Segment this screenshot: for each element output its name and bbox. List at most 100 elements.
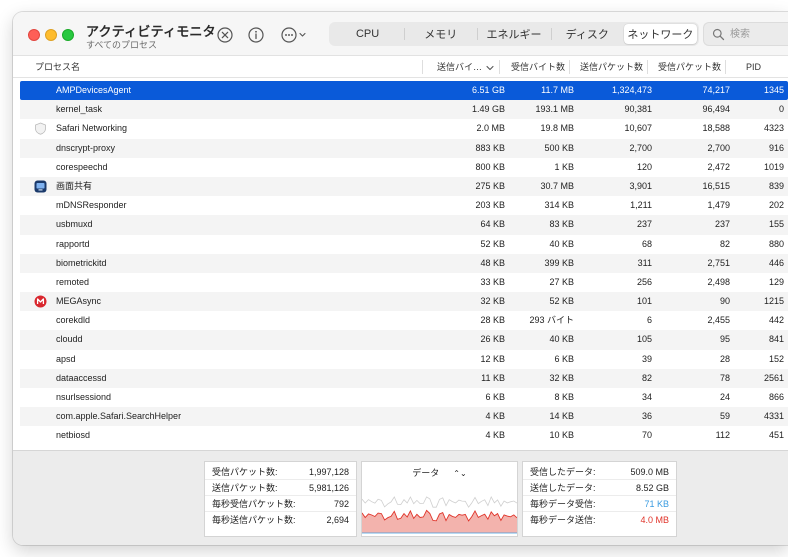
recv-bytes: 27 KB xyxy=(549,276,574,287)
inspect-process-button[interactable] xyxy=(247,26,265,44)
table-row[interactable]: corespeechd 800 KB 1 KB 120 2,472 1019 xyxy=(20,158,788,177)
column-divider[interactable] xyxy=(725,60,726,74)
table-row[interactable]: MEGAsync 32 KB 52 KB 101 90 1215 xyxy=(20,292,788,312)
table-row[interactable]: biometrickitd 48 KB 399 KB 311 2,751 446 xyxy=(20,253,788,273)
sent-bytes: 26 KB xyxy=(480,334,505,345)
recv-packets: 78 xyxy=(719,372,730,383)
zoom-window-button[interactable] xyxy=(62,29,74,41)
table-row[interactable]: mDNSResponder 203 KB 314 KB 1,211 1,479 202 xyxy=(20,196,788,215)
recv-bytes: 11.7 MB xyxy=(541,85,574,95)
sent-packets: 90,381 xyxy=(624,104,652,115)
stop-process-button[interactable] xyxy=(216,26,234,44)
column-header-label: PID xyxy=(746,62,762,72)
table-row[interactable]: AMPDevicesAgent 6.51 GB 11.7 MB 1,324,473 74… xyxy=(20,81,788,101)
sent-bytes: 275 KB xyxy=(475,180,505,191)
sent-bytes: 11 KB xyxy=(481,372,505,383)
column-divider[interactable] xyxy=(569,60,570,74)
stat-row: 毎秒送信パケット数: 2,694 xyxy=(205,512,356,528)
table-row[interactable]: remoted 33 KB 27 KB 256 2,498 129 xyxy=(20,273,788,292)
more-actions-button[interactable] xyxy=(280,26,310,44)
table-row[interactable]: dataaccessd 11 KB 32 KB 82 78 2561 xyxy=(20,368,788,388)
recv-bytes: 193.1 MB xyxy=(535,104,574,115)
recv-packets: 90 xyxy=(719,296,730,307)
process-name: MEGAsync xyxy=(56,296,102,307)
table-row[interactable]: corekdld 28 KB 293 バイト 6 2,455 442 xyxy=(20,311,788,330)
sent-bytes: 883 KB xyxy=(475,142,505,153)
table-row[interactable]: nsurlsessiond 6 KB 8 KB 34 24 866 xyxy=(20,388,788,407)
table-row[interactable]: apsd 12 KB 6 KB 39 28 152 xyxy=(20,350,788,369)
recv-bytes: 40 KB xyxy=(549,334,574,345)
close-window-button[interactable] xyxy=(28,29,40,41)
column-header-recv-bytes[interactable]: 受信バイト数 xyxy=(511,56,565,78)
process-name: kernel_task xyxy=(56,104,103,115)
stat-row: 受信したデータ: 509.0 MB xyxy=(523,464,676,480)
recv-packets: 2,751 xyxy=(707,257,730,268)
stat-row: 受信パケット数: 1,997,128 xyxy=(205,464,356,480)
stat-value: 4.0 MB xyxy=(640,515,669,525)
table-row[interactable]: kernel_task 1.49 GB 193.1 MB 90,381 96,494 0 xyxy=(20,100,788,120)
search-field[interactable] xyxy=(703,22,788,46)
stat-label: 受信パケット数: xyxy=(212,467,278,477)
table-row[interactable]: usbmuxd 64 KB 83 KB 237 237 155 xyxy=(20,215,788,235)
column-divider[interactable] xyxy=(422,60,423,74)
stat-row: 毎秒受信パケット数: 792 xyxy=(205,496,356,512)
table-row[interactable]: 画面共有 275 KB 30.7 MB 3,901 16,515 839 xyxy=(20,176,788,197)
pid: 841 xyxy=(768,334,784,345)
process-name: corespeechd xyxy=(56,161,108,172)
table-row[interactable]: com.apple.Safari.SearchHelper 4 KB 14 KB 36… xyxy=(20,407,788,427)
stat-value: 509.0 MB xyxy=(630,467,669,477)
tab-network[interactable]: ネットワーク xyxy=(623,24,698,44)
recv-bytes: 14 KB xyxy=(549,411,574,422)
process-icon-cell xyxy=(34,122,47,136)
process-name: AMPDevicesAgent xyxy=(56,85,132,95)
column-header-pid[interactable]: PID xyxy=(746,56,761,78)
process-name: corekdld xyxy=(56,315,91,326)
recv-bytes: 1 KB xyxy=(554,161,574,172)
up-down-chevron-icon: ⌃⌄ xyxy=(453,469,467,479)
recv-packets: 2,455 xyxy=(707,315,730,326)
stat-row: 送信したデータ: 8.52 GB xyxy=(523,480,676,496)
column-header-sent-bytes[interactable]: 送信バイ… xyxy=(437,56,494,78)
recv-packets: 2,498 xyxy=(707,276,730,287)
minimize-window-button[interactable] xyxy=(45,29,57,41)
column-header-label: 受信バイト数 xyxy=(511,62,566,72)
graph-mode-selector[interactable]: データ ⌃⌄ xyxy=(362,466,517,479)
table-row[interactable]: dnscrypt-proxy 883 KB 500 KB 2,700 2,700 916 xyxy=(20,138,788,158)
column-header-recv-packets[interactable]: 受信パケット数 xyxy=(658,56,721,78)
sent-bytes: 28 KB xyxy=(480,315,505,326)
process-name: com.apple.Safari.SearchHelper xyxy=(56,411,182,422)
tab-memory[interactable]: メモリ xyxy=(404,24,477,44)
sort-descending-icon xyxy=(486,65,494,70)
packet-stats-panel: 受信パケット数: 1,997,128 送信パケット数: 5,981,126 毎秒受信… xyxy=(204,461,357,537)
table-row[interactable]: cloudd 26 KB 40 KB 105 95 841 xyxy=(20,330,788,350)
pid: 152 xyxy=(768,353,784,364)
tab-disk[interactable]: ディスク xyxy=(550,24,624,44)
tab-cpu[interactable]: CPU xyxy=(331,24,404,44)
recv-bytes: 6 KB xyxy=(554,353,574,364)
column-header-process-name[interactable]: プロセス名 xyxy=(35,56,80,78)
pid: 4331 xyxy=(763,411,784,422)
table-row[interactable]: Safari Networking 2.0 MB 19.8 MB 10,607 18,5… xyxy=(20,119,788,138)
sent-packets: 311 xyxy=(637,257,652,268)
stat-value: 5,981,126 xyxy=(308,483,349,493)
network-summary: 受信パケット数: 1,997,128 送信パケット数: 5,981,126 毎秒受信… xyxy=(13,450,788,545)
pid: 1215 xyxy=(763,296,784,307)
column-divider[interactable] xyxy=(499,60,500,74)
x-circle-icon xyxy=(217,27,233,43)
table-row[interactable]: netbiosd 4 KB 10 KB 70 112 451 xyxy=(20,426,788,445)
network-activity-graph xyxy=(362,495,517,534)
category-tabs: CPU メモリ エネルギー ディスク ネットワーク xyxy=(329,22,699,46)
process-name: mDNSResponder xyxy=(56,200,127,211)
stat-value: 2,694 xyxy=(326,515,349,525)
ellipsis-circle-icon xyxy=(281,27,306,43)
column-divider[interactable] xyxy=(647,60,648,74)
search-input[interactable] xyxy=(730,26,785,42)
sent-packets: 10,607 xyxy=(624,123,652,134)
stat-label: 送信パケット数: xyxy=(212,483,278,493)
stat-label: 送信したデータ: xyxy=(530,483,596,493)
sent-bytes: 4 KB xyxy=(485,430,505,441)
column-header-sent-packets[interactable]: 送信パケット数 xyxy=(580,56,643,78)
tab-energy[interactable]: エネルギー xyxy=(477,24,550,44)
sent-bytes: 1.49 GB xyxy=(471,104,505,115)
table-row[interactable]: rapportd 52 KB 40 KB 68 82 880 xyxy=(20,235,788,254)
